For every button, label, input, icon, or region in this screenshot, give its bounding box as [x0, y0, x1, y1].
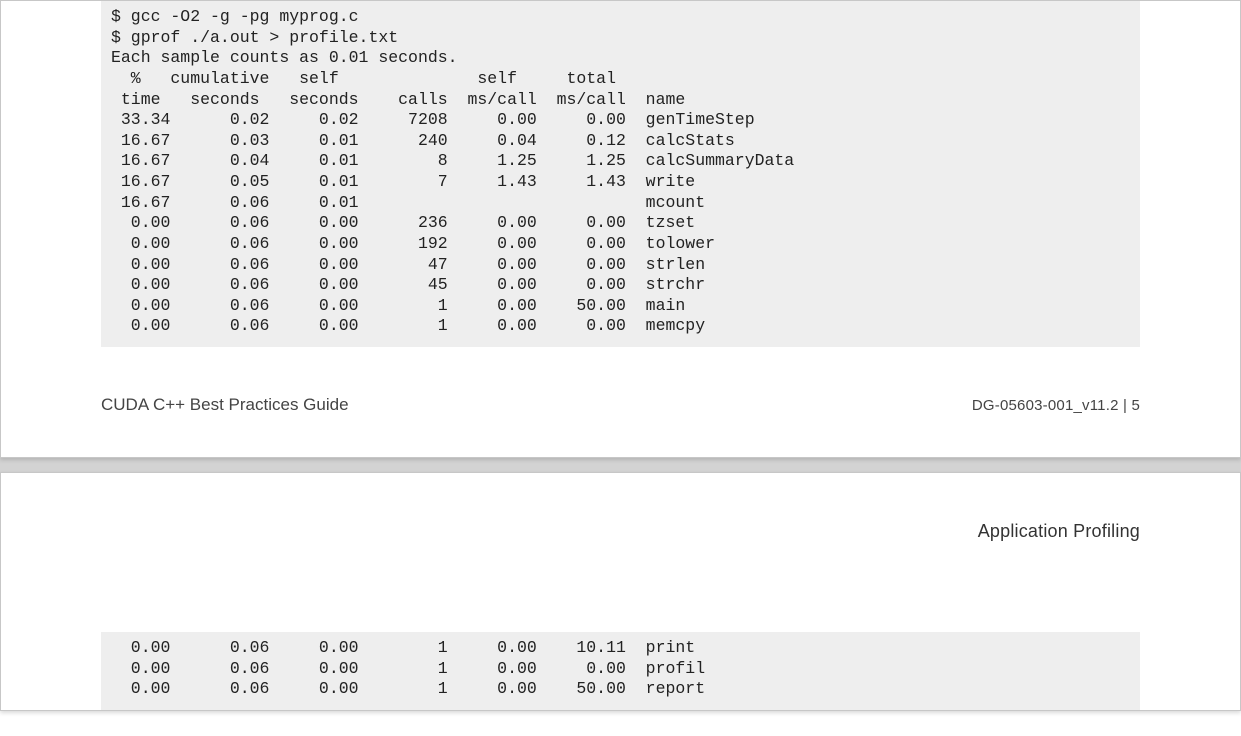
footer-docnum: DG-05603-001_v11.2 | 5 — [972, 397, 1140, 414]
pdf-page-1: $ gcc -O2 -g -pg myprog.c $ gprof ./a.ou… — [0, 0, 1241, 458]
page-header-title: Application Profiling — [101, 521, 1140, 542]
gprof-output-block: $ gcc -O2 -g -pg myprog.c $ gprof ./a.ou… — [101, 1, 1140, 347]
gprof-output-block-cont: 0.00 0.06 0.00 1 0.00 10.11 print 0.00 0… — [101, 632, 1140, 710]
page-footer: CUDA C++ Best Practices Guide DG-05603-0… — [101, 395, 1140, 415]
pdf-page-2: Application Profiling 0.00 0.06 0.00 1 0… — [0, 472, 1241, 711]
footer-title: CUDA C++ Best Practices Guide — [101, 395, 349, 415]
